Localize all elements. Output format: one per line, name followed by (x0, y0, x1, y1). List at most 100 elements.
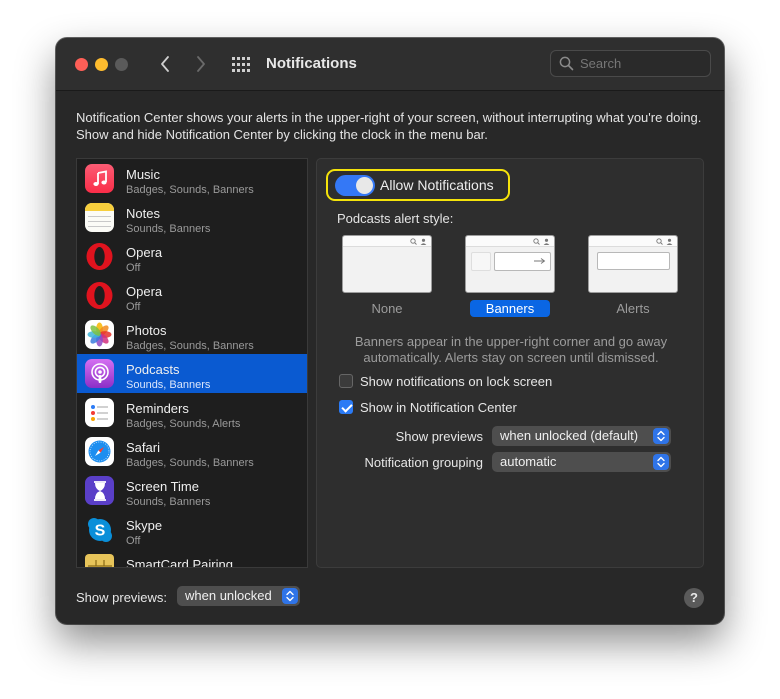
alert-style-banners-label: Banners (469, 300, 551, 317)
app-notification-summary: Sounds, Banners (126, 496, 211, 508)
show-all-grid-icon[interactable] (231, 56, 251, 73)
app-notification-summary: Badges, Sounds, Banners (126, 340, 254, 352)
chevron-updown-icon (653, 428, 669, 444)
notification-center-label: Show in Notification Center (360, 399, 517, 415)
svg-text:S: S (94, 522, 105, 539)
allow-notifications-toggle[interactable] (335, 175, 375, 196)
app-list[interactable]: Music Badges, Sounds, Banners Notes Soun… (76, 158, 308, 568)
show-previews-value: when unlocked (default) (500, 428, 639, 443)
user-icon (666, 238, 673, 245)
search-icon (656, 238, 663, 245)
footer-show-previews-select[interactable]: when unlocked (177, 586, 300, 606)
notes-icon (85, 203, 114, 232)
app-name: Skype (126, 518, 163, 533)
help-button[interactable]: ? (684, 588, 704, 608)
alert-style-alerts-label: Alerts (616, 301, 650, 316)
chevron-left-icon (161, 56, 169, 72)
app-name: Music (126, 167, 160, 182)
allow-notifications-label: Allow Notifications (380, 177, 494, 193)
app-notification-summary: Off (126, 535, 141, 547)
smartcard-icon (85, 554, 114, 567)
alert-style-alerts-preview (588, 235, 678, 293)
app-name: Reminders (126, 401, 189, 416)
alert-style-banners-preview (465, 235, 555, 293)
user-icon (543, 238, 550, 245)
app-row-screen-time[interactable]: Screen Time Sounds, Banners (77, 471, 307, 510)
search-icon (559, 56, 574, 71)
chevron-updown-icon (653, 454, 669, 470)
window-title: Notifications (266, 55, 357, 72)
opera-icon (85, 281, 114, 310)
chevron-updown-icon (282, 588, 298, 604)
search-icon (410, 238, 417, 245)
minimize-button[interactable] (95, 58, 108, 71)
forward-button[interactable] (190, 53, 212, 75)
toggle-knob (356, 177, 373, 194)
zoom-button[interactable] (115, 58, 128, 71)
skype-icon: S (85, 515, 114, 544)
alert-style-none-preview (342, 235, 432, 293)
podcasts-icon (85, 359, 114, 388)
alert-style-alerts[interactable]: Alerts (588, 235, 678, 318)
footer-show-previews-label: Show previews: (76, 590, 168, 605)
app-name: Podcasts (126, 362, 180, 377)
close-button[interactable] (75, 58, 88, 71)
show-previews-label: Show previews (395, 429, 483, 444)
notification-grouping-select[interactable]: automatic (492, 452, 671, 472)
app-name: Opera (126, 245, 163, 260)
footer-show-previews-value: when unlocked (185, 588, 272, 603)
app-notification-summary: Sounds, Banners (126, 379, 211, 391)
search-input[interactable] (580, 56, 700, 71)
app-row-skype[interactable]: S Skype Off (77, 510, 307, 549)
opera-icon (85, 242, 114, 271)
app-name: SmartCard Pairing (126, 557, 233, 568)
lock-screen-checkbox[interactable] (339, 374, 353, 388)
user-icon (420, 238, 427, 245)
app-row-opera[interactable]: Opera Off (77, 237, 307, 276)
photos-icon (85, 320, 114, 349)
app-name: Screen Time (126, 479, 199, 494)
title-bar: Notifications (56, 38, 724, 91)
alert-style-none[interactable]: None (342, 235, 432, 318)
app-row-podcasts[interactable]: Podcasts Sounds, Banners (77, 354, 307, 393)
app-name: Notes (126, 206, 160, 221)
app-row-music[interactable]: Music Badges, Sounds, Banners (77, 159, 307, 198)
search-field[interactable] (550, 50, 711, 77)
app-row-opera[interactable]: Opera Off (77, 276, 307, 315)
search-icon (533, 238, 540, 245)
alert-style-banners[interactable]: Banners (465, 235, 555, 318)
app-notification-summary: Badges, Sounds, Alerts (126, 418, 241, 430)
lock-screen-label: Show notifications on lock screen (360, 373, 553, 389)
app-row-photos[interactable]: Photos Badges, Sounds, Banners (77, 315, 307, 354)
alert-style-heading: Podcasts alert style: (337, 211, 454, 226)
app-notification-summary: Badges, Sounds, Banners (126, 184, 254, 196)
allow-notifications-highlight: Allow Notifications (326, 169, 510, 201)
app-row-smartcard-pairing[interactable]: SmartCard Pairing (77, 549, 307, 568)
notification-settings-panel: Allow Notifications Podcasts alert style… (316, 158, 704, 568)
notification-center-option[interactable]: Show in Notification Center (339, 398, 517, 416)
arrow-right-icon (534, 258, 546, 264)
lock-screen-option[interactable]: Show notifications on lock screen (339, 372, 552, 390)
screen-time-icon (85, 476, 114, 505)
alert-style-none-label: None (371, 301, 403, 316)
app-row-reminders[interactable]: Reminders Badges, Sounds, Alerts (77, 393, 307, 432)
description-text: Notification Center shows your alerts in… (76, 110, 702, 142)
app-name: Photos (126, 323, 167, 338)
notification-grouping-label: Notification grouping (364, 455, 483, 470)
app-name: Opera (126, 284, 163, 299)
preferences-window: Notifications Notification Center shows … (56, 38, 724, 624)
back-button[interactable] (154, 53, 176, 75)
app-name: Safari (126, 440, 160, 455)
app-row-safari[interactable]: Safari Badges, Sounds, Banners (77, 432, 307, 471)
alert-style-caption: Banners appear in the upper-right corner… (354, 334, 668, 365)
music-icon (85, 164, 114, 193)
notification-center-checkbox[interactable] (339, 400, 353, 414)
reminders-icon (85, 398, 114, 427)
app-notification-summary: Sounds, Banners (126, 223, 211, 235)
app-notification-summary: Off (126, 262, 141, 274)
notification-grouping-value: automatic (500, 454, 557, 469)
safari-icon (85, 437, 114, 466)
chevron-right-icon (197, 56, 205, 72)
show-previews-select[interactable]: when unlocked (default) (492, 426, 671, 446)
app-row-notes[interactable]: Notes Sounds, Banners (77, 198, 307, 237)
